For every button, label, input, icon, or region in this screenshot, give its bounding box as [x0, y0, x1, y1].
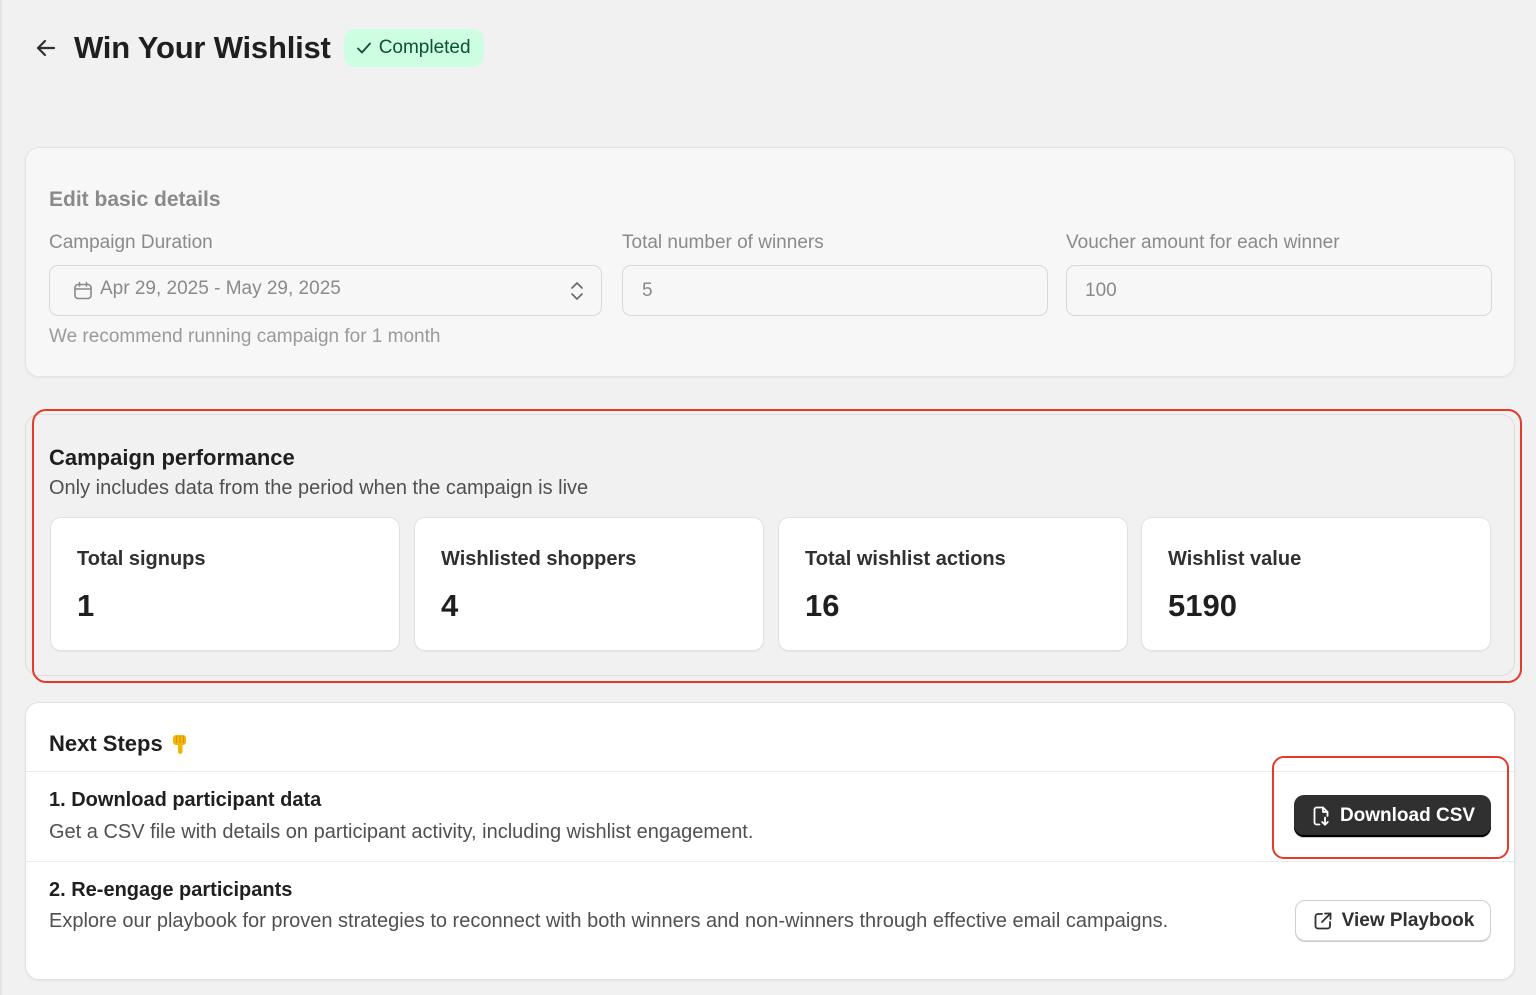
- stat-value: 5190: [1168, 588, 1237, 623]
- page-header: Win Your Wishlist Completed: [32, 28, 484, 68]
- stat-label: Wishlisted shoppers: [441, 548, 637, 570]
- step-reengage-description: Explore our playbook for proven strategi…: [49, 910, 1169, 932]
- stat-card-total-signups: Total signups 1: [50, 517, 400, 651]
- stat-value: 16: [805, 588, 840, 623]
- step-download-description: Get a CSV file with details on participa…: [49, 821, 754, 843]
- basic-details-title: Edit basic details: [49, 188, 221, 211]
- checkmark-icon: [356, 42, 371, 54]
- page-left-border: [0, 0, 2, 995]
- step-reengage-title: 2. Re-engage participants: [49, 879, 293, 901]
- winners-input[interactable]: 5: [622, 265, 1048, 316]
- view-playbook-button[interactable]: View Playbook: [1295, 900, 1491, 942]
- page-title: Win Your Wishlist: [74, 30, 331, 65]
- next-steps-card: Next Steps 1. Download participant data …: [25, 702, 1515, 980]
- status-badge-label: Completed: [378, 37, 471, 58]
- status-badge: Completed: [343, 29, 484, 67]
- back-button[interactable]: [32, 34, 60, 62]
- calendar-icon: [72, 280, 94, 302]
- performance-title: Campaign performance: [49, 445, 295, 470]
- stat-label: Total signups: [77, 548, 206, 570]
- next-steps-title: Next Steps: [49, 731, 189, 757]
- winners-value: 5: [642, 279, 653, 301]
- voucher-value: 100: [1085, 279, 1117, 301]
- stat-label: Wishlist value: [1168, 548, 1302, 570]
- performance-subtitle: Only includes data from the period when …: [49, 477, 589, 499]
- view-playbook-label: View Playbook: [1341, 910, 1475, 931]
- stat-card-wishlisted-shoppers: Wishlisted shoppers 4: [414, 517, 764, 651]
- external-link-icon: [1314, 912, 1332, 930]
- stat-card-wishlist-value: Wishlist value 5190: [1141, 517, 1491, 651]
- campaign-duration-help: We recommend running campaign for 1 mont…: [49, 326, 441, 347]
- divider: [26, 861, 1514, 862]
- voucher-input[interactable]: 100: [1066, 265, 1492, 316]
- stat-value: 4: [441, 588, 459, 623]
- campaign-duration-select[interactable]: Apr 29, 2025 - May 29, 2025: [49, 265, 602, 316]
- download-csv-button[interactable]: Download CSV: [1294, 795, 1491, 837]
- stat-value: 1: [77, 588, 95, 623]
- campaign-performance-card: Campaign performance Only includes data …: [25, 414, 1515, 676]
- pointing-down-hand-icon: [171, 732, 189, 756]
- stat-card-total-wishlist-actions: Total wishlist actions 16: [778, 517, 1128, 651]
- select-chevron-icon: [569, 279, 585, 309]
- basic-details-card: Edit basic details Campaign Duration Apr…: [25, 147, 1515, 377]
- next-steps-title-text: Next Steps: [49, 731, 163, 756]
- campaign-duration-value: Apr 29, 2025 - May 29, 2025: [100, 277, 341, 299]
- winners-label: Total number of winners: [622, 232, 824, 253]
- divider: [26, 771, 1514, 772]
- arrow-left-icon: [36, 39, 56, 57]
- campaign-duration-label: Campaign Duration: [49, 232, 213, 253]
- download-csv-label: Download CSV: [1339, 805, 1476, 826]
- file-download-icon: [1313, 806, 1329, 826]
- step-download-title: 1. Download participant data: [49, 789, 322, 811]
- stat-label: Total wishlist actions: [805, 548, 1006, 570]
- voucher-label: Voucher amount for each winner: [1066, 232, 1340, 253]
